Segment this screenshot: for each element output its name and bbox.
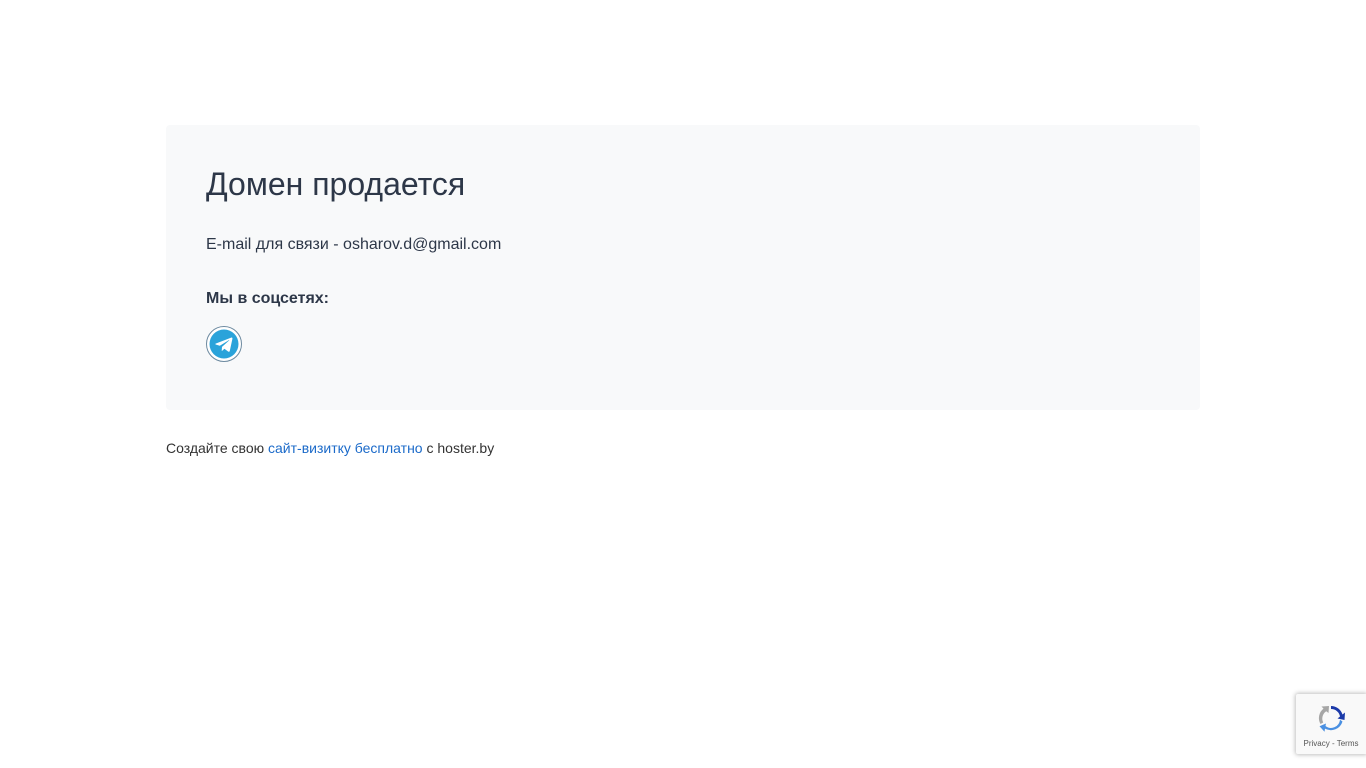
footer-text: Создайте свою сайт-визитку бесплатно с h… [166, 440, 494, 456]
free-business-card-link[interactable]: сайт-визитку бесплатно [268, 440, 423, 456]
footer-prefix: Создайте свою [166, 440, 265, 456]
footer-suffix: с hoster.by [426, 440, 495, 456]
telegram-icon [206, 326, 242, 362]
recaptcha-icon [1318, 706, 1345, 732]
recaptcha-privacy-terms[interactable]: Privacy - Terms [1296, 739, 1366, 749]
page: Домен продается E-mail для связи - oshar… [0, 0, 1366, 768]
telegram-link[interactable] [206, 326, 242, 362]
domain-sale-card: Домен продается E-mail для связи - oshar… [166, 125, 1200, 410]
recaptcha-badge[interactable]: Privacy - Terms [1296, 694, 1366, 754]
social-heading: Мы в соцсетях: [206, 290, 329, 307]
page-title: Домен продается [206, 166, 466, 202]
contact-email-text: E-mail для связи - osharov.d@gmail.com [206, 236, 502, 253]
